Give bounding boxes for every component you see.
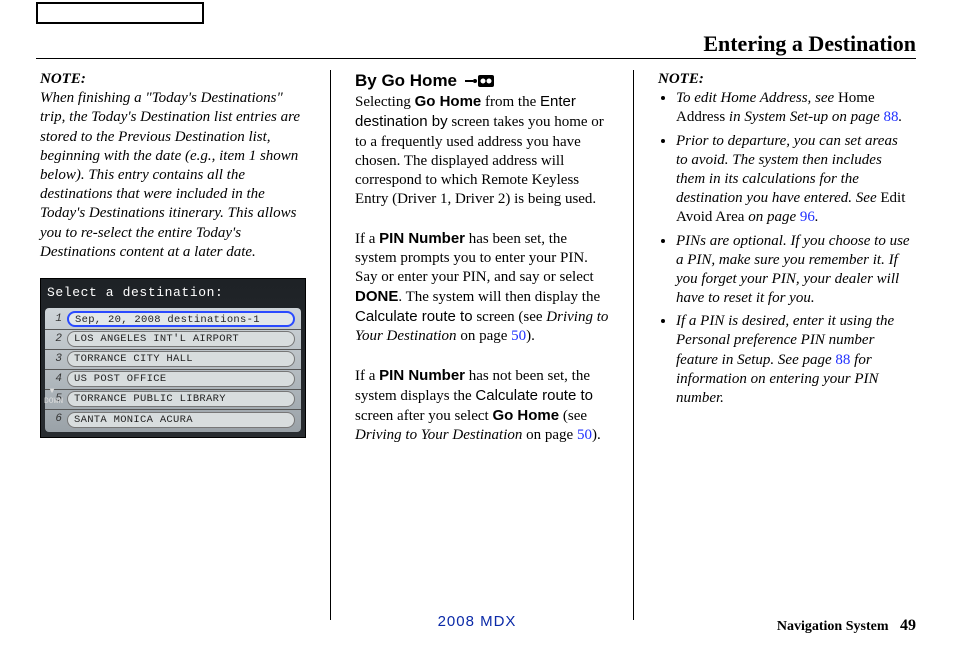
nav-row: 6 SANTA MONICA ACURA — [45, 410, 301, 430]
text-bold: Go Home — [492, 407, 559, 424]
text: Selecting — [355, 94, 415, 110]
column-middle: By Go Home Selecting Go Home from the En… — [351, 70, 613, 592]
text-italic: in System Set-up on page — [725, 109, 883, 125]
nav-row-num: 1 — [45, 312, 67, 326]
page-ref: 50 — [511, 328, 526, 344]
page-ref: 50 — [577, 427, 592, 443]
text-italic: . — [815, 209, 819, 225]
section-heading-row: By Go Home — [355, 70, 609, 92]
footer-right: Navigation System 49 — [777, 616, 916, 636]
list-item: To edit Home Address, see Home Address i… — [676, 89, 912, 127]
note-body: When finishing a "Today's Destinations" … — [40, 90, 300, 260]
footer-section-label: Navigation System — [777, 619, 889, 634]
page-ref: 96 — [800, 209, 815, 225]
nav-row-label: SANTA MONICA ACURA — [67, 412, 295, 428]
list-item: Prior to departure, you can set areas to… — [676, 132, 912, 228]
nav-row: 3 TORRANCE CITY HALL — [45, 350, 301, 370]
list-item: PINs are optional. If you choose to use … — [676, 232, 912, 309]
column-separator — [330, 70, 331, 620]
text: on page — [522, 427, 577, 443]
text-bold: PIN Number — [379, 367, 465, 384]
down-arrow-icon: ▼DOWN — [44, 387, 60, 407]
nav-row-label: US POST OFFICE — [67, 371, 295, 387]
text-italic: Prior to departure, you can set areas to… — [676, 133, 898, 207]
nav-screenshot: Select a destination: 1 Sep, 20, 2008 de… — [40, 278, 306, 438]
text-italic: To edit Home Address, see — [676, 90, 838, 106]
nav-row-num: 2 — [45, 332, 67, 346]
go-home-icon — [465, 74, 495, 88]
nav-row-num: 4 — [45, 372, 67, 386]
para-1: Selecting Go Home from the Enter destina… — [355, 92, 609, 209]
text-sans: Calculate route to — [355, 308, 473, 325]
text: from the — [481, 94, 540, 110]
text: (see — [559, 408, 587, 424]
note-bullets: To edit Home Address, see Home Address i… — [658, 89, 912, 408]
text: screen after you select — [355, 408, 492, 424]
text: If a — [355, 231, 379, 247]
text: ). — [526, 328, 535, 344]
down-label: DOWN — [44, 397, 63, 406]
footer: 2008 MDX Navigation System 49 — [0, 612, 954, 636]
column-separator — [633, 70, 634, 620]
text: . The system will then display the — [398, 289, 600, 305]
nav-row: 5 TORRANCE PUBLIC LIBRARY — [45, 390, 301, 410]
nav-row-label: Sep, 20, 2008 destinations-1 — [67, 311, 295, 327]
content-columns: NOTE: When finishing a "Today's Destinat… — [36, 70, 916, 592]
nav-row-label: TORRANCE CITY HALL — [67, 351, 295, 367]
text-bold: PIN Number — [379, 230, 465, 247]
nav-row-label: TORRANCE PUBLIC LIBRARY — [67, 391, 295, 407]
list-item: If a PIN is desired, enter it using the … — [676, 312, 912, 408]
note-label: NOTE: — [658, 70, 912, 89]
text-italic: on page — [744, 209, 799, 225]
text: ). — [592, 427, 601, 443]
text-sans: Calculate route to — [475, 387, 593, 404]
top-left-box — [36, 2, 204, 24]
para-2: If a PIN Number has been set, the system… — [355, 229, 609, 347]
page-ref: 88 — [883, 109, 898, 125]
note-left: NOTE: When finishing a "Today's Destinat… — [40, 70, 306, 262]
column-left: NOTE: When finishing a "Today's Destinat… — [36, 70, 310, 592]
nav-row: 1 Sep, 20, 2008 destinations-1 — [45, 310, 301, 330]
section-heading: By Go Home — [355, 70, 457, 92]
page-title: Entering a Destination — [703, 30, 916, 58]
page-ref: 88 — [835, 352, 850, 368]
text: If a — [355, 368, 379, 384]
text-bold: DONE — [355, 288, 398, 305]
note-label: NOTE: — [40, 71, 86, 87]
header-rule — [36, 58, 916, 59]
column-right: NOTE: To edit Home Address, see Home Add… — [654, 70, 916, 592]
nav-row-label: LOS ANGELES INT'L AIRPORT — [67, 331, 295, 347]
text-italic: . — [898, 109, 902, 125]
nav-screenshot-title: Select a destination: — [45, 281, 301, 308]
nav-list: 1 Sep, 20, 2008 destinations-1 2 LOS ANG… — [45, 308, 301, 432]
nav-row: 4 US POST OFFICE — [45, 370, 301, 390]
footer-page-number: 49 — [900, 617, 916, 634]
text-italic: Driving to Your Destination — [355, 427, 522, 443]
text: on page — [457, 328, 512, 344]
nav-row-num: 6 — [45, 412, 67, 426]
nav-row-num: 3 — [45, 352, 67, 366]
text: screen (see — [473, 309, 547, 325]
nav-row: 2 LOS ANGELES INT'L AIRPORT — [45, 330, 301, 350]
text-bold: Go Home — [415, 93, 482, 110]
para-3: If a PIN Number has not been set, the sy… — [355, 366, 609, 446]
